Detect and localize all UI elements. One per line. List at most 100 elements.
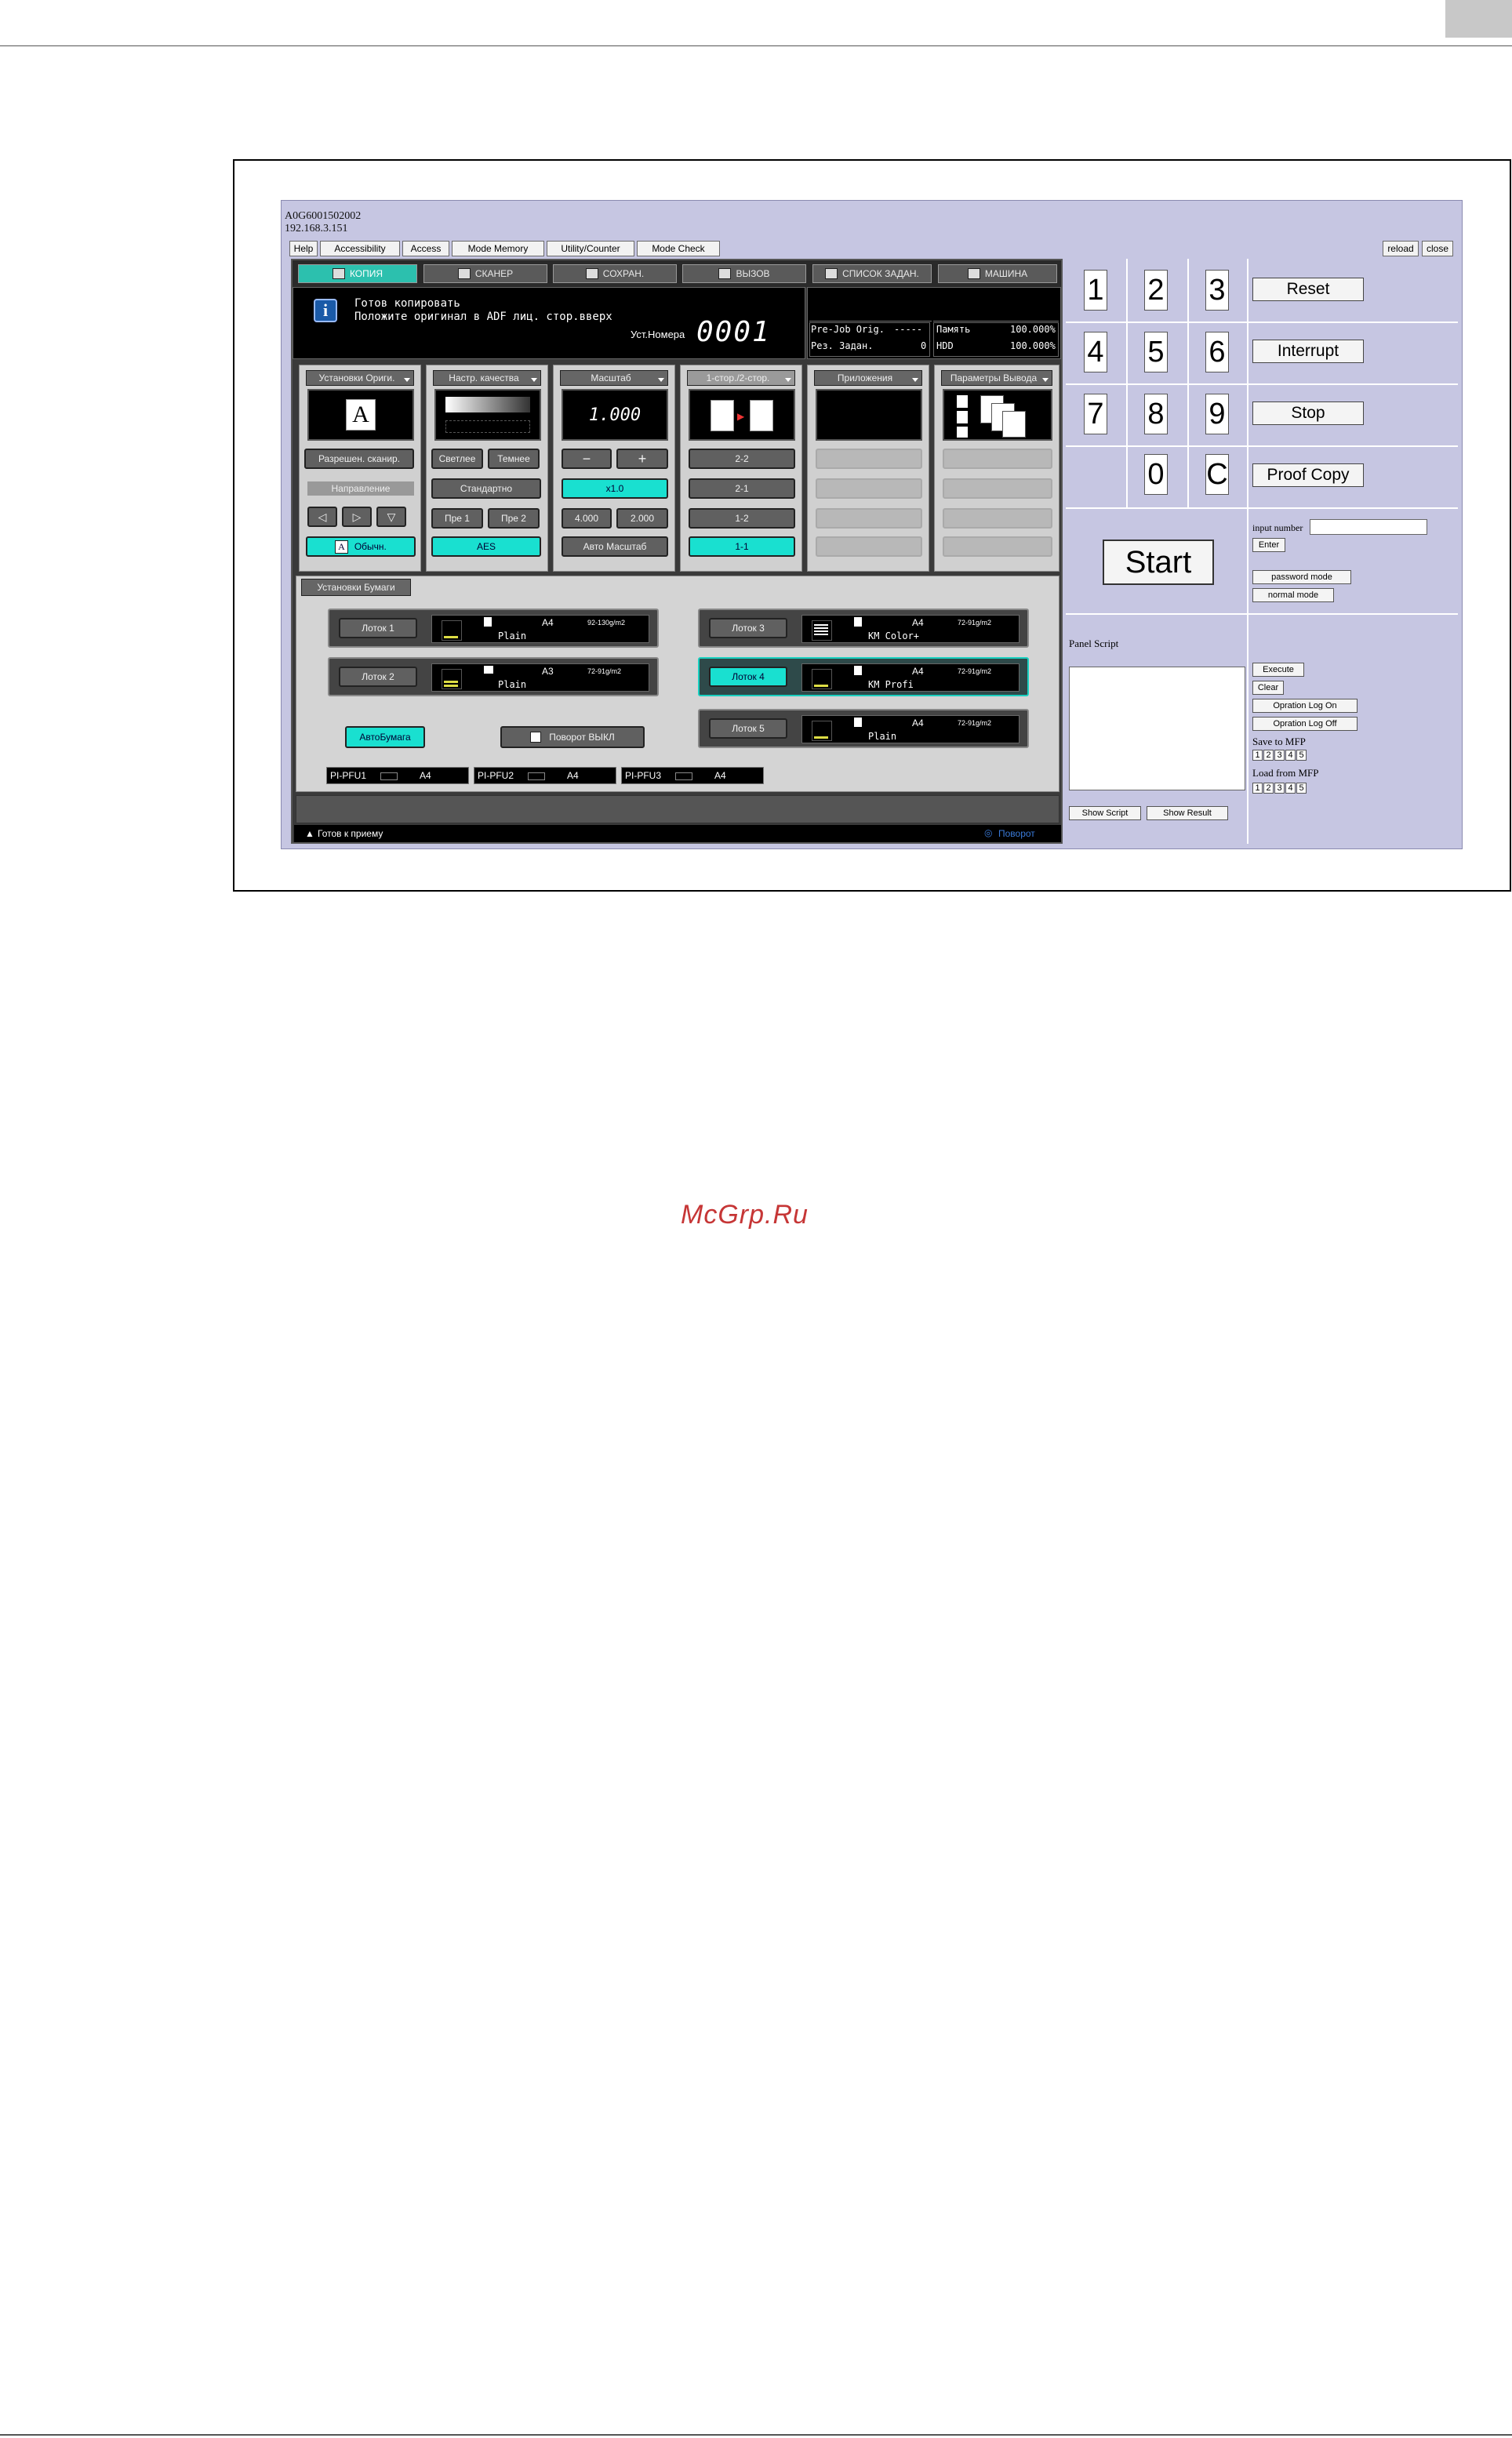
output-settings-button[interactable]: Параметры Вывода xyxy=(941,370,1052,386)
key-2[interactable]: 2 xyxy=(1144,270,1168,311)
menu-accessibility[interactable]: Accessibility xyxy=(320,241,400,256)
zoom-settings-button[interactable]: Масштаб xyxy=(560,370,668,386)
log-on-button[interactable]: Opration Log On xyxy=(1252,699,1358,713)
rotate-left-icon[interactable]: ◁ xyxy=(307,507,337,527)
auto-zoom-button[interactable]: Авто Масштаб xyxy=(562,536,668,557)
duplex-2-1-button[interactable]: 2-1 xyxy=(689,478,795,499)
duplex-2-2-button[interactable]: 2-2 xyxy=(689,449,795,469)
applications-button[interactable]: Приложения xyxy=(814,370,922,386)
auto-paper-button[interactable]: АвтоБумага xyxy=(345,726,425,748)
save-slot-5[interactable]: 5 xyxy=(1296,750,1307,761)
reset-button[interactable]: Reset xyxy=(1252,278,1364,301)
menu-access[interactable]: Access xyxy=(402,241,449,256)
save-slot-1[interactable]: 1 xyxy=(1252,750,1263,761)
tab-job-list[interactable]: СПИСОК ЗАДАН. xyxy=(812,264,932,283)
zoom-4-button[interactable]: 4.000 xyxy=(562,508,612,529)
normal-mode-button[interactable]: normal mode xyxy=(1252,588,1334,602)
input-number-field[interactable] xyxy=(1310,519,1427,535)
tab-scanner[interactable]: СКАНЕР xyxy=(423,264,547,283)
original-settings-button[interactable]: Установки Ориги. xyxy=(306,370,414,386)
duplex-1-2-button[interactable]: 1-2 xyxy=(689,508,795,529)
tab-save[interactable]: СОХРАН. xyxy=(553,264,677,283)
tab-recall[interactable]: ВЫЗОВ xyxy=(682,264,806,283)
load-slot-3[interactable]: 3 xyxy=(1274,783,1285,794)
rotate-off-button[interactable]: Поворот ВЫКЛ xyxy=(500,726,645,748)
menu-help[interactable]: Help xyxy=(289,241,318,256)
reload-button[interactable]: reload xyxy=(1383,241,1419,256)
rotate-status-icon: ◎ xyxy=(984,827,993,838)
standard-button[interactable]: Стандартно xyxy=(431,478,541,499)
duplex-settings-button[interactable]: 1-стор./2-стор. xyxy=(687,370,795,386)
load-slot-5[interactable]: 5 xyxy=(1296,783,1307,794)
preset2-button[interactable]: Пре 2 xyxy=(488,508,540,529)
aes-button[interactable]: AES xyxy=(431,536,541,557)
rotate-down-icon[interactable]: ▽ xyxy=(376,507,406,527)
duplex-1-1-button[interactable]: 1-1 xyxy=(689,536,795,557)
stop-button[interactable]: Stop xyxy=(1252,401,1364,425)
show-script-button[interactable]: Show Script xyxy=(1069,806,1141,820)
key-5[interactable]: 5 xyxy=(1144,332,1168,372)
quality-settings-button[interactable]: Настр. качества xyxy=(433,370,541,386)
key-6[interactable]: 6 xyxy=(1205,332,1229,372)
load-slot-4[interactable]: 4 xyxy=(1285,783,1296,794)
menu-utility-counter[interactable]: Utility/Counter xyxy=(547,241,634,256)
app-slot-4 xyxy=(816,536,922,557)
load-slot-1[interactable]: 1 xyxy=(1252,783,1263,794)
paper-settings-button[interactable]: Установки Бумаги xyxy=(301,579,411,596)
preset1-button[interactable]: Пре 1 xyxy=(431,508,483,529)
key-1[interactable]: 1 xyxy=(1084,270,1107,311)
tray-2[interactable]: Лоток 2 A3 72-91g/m2 Plain xyxy=(328,657,659,696)
tray-5-button[interactable]: Лоток 5 xyxy=(709,718,787,739)
memory-label: Память xyxy=(936,324,971,335)
show-result-button[interactable]: Show Result xyxy=(1147,806,1228,820)
rotate-right-icon[interactable]: ▷ xyxy=(342,507,372,527)
zoom-plus-button[interactable]: + xyxy=(616,449,668,469)
proof-copy-button[interactable]: Proof Copy xyxy=(1252,463,1364,487)
clear-button[interactable]: Clear xyxy=(1252,681,1284,695)
lighter-button[interactable]: Светлее xyxy=(431,449,483,469)
enter-button[interactable]: Enter xyxy=(1252,538,1285,552)
save-slot-2[interactable]: 2 xyxy=(1263,750,1274,761)
key-9[interactable]: 9 xyxy=(1205,394,1229,434)
key-8[interactable]: 8 xyxy=(1144,394,1168,434)
bottom-rule xyxy=(0,2434,1512,2436)
save-slot-3[interactable]: 3 xyxy=(1274,750,1285,761)
key-3[interactable]: 3 xyxy=(1205,270,1229,311)
zoom-1x-button[interactable]: x1.0 xyxy=(562,478,668,499)
scanner-icon xyxy=(457,268,471,279)
key-4[interactable]: 4 xyxy=(1084,332,1107,372)
tray-2-button[interactable]: Лоток 2 xyxy=(339,667,417,687)
start-button[interactable]: Start xyxy=(1103,540,1214,585)
key-0[interactable]: 0 xyxy=(1144,454,1168,495)
execute-button[interactable]: Execute xyxy=(1252,663,1304,677)
page-back-icon xyxy=(750,400,773,431)
zoom-minus-button[interactable]: − xyxy=(562,449,612,469)
tray-4-button[interactable]: Лоток 4 xyxy=(709,667,787,687)
key-clear[interactable]: C xyxy=(1205,454,1229,495)
scan-resolution-button[interactable]: Разрешен. сканир. xyxy=(304,449,414,469)
interrupt-button[interactable]: Interrupt xyxy=(1252,340,1364,363)
close-button[interactable]: close xyxy=(1422,241,1453,256)
shortcut-strip xyxy=(296,795,1059,823)
tab-machine[interactable]: МАШИНА xyxy=(938,264,1057,283)
normal-direction-button[interactable]: A Обычн. xyxy=(306,536,416,557)
tab-copy[interactable]: КОПИЯ xyxy=(298,264,417,283)
darker-button[interactable]: Темнее xyxy=(488,449,540,469)
zoom-2-button[interactable]: 2.000 xyxy=(616,508,668,529)
panel-script-textarea[interactable] xyxy=(1069,667,1245,790)
status-left: Готов к приему xyxy=(318,828,383,839)
key-7[interactable]: 7 xyxy=(1084,394,1107,434)
tray-5[interactable]: Лоток 5 A4 72-91g/m2 Plain xyxy=(698,709,1029,748)
tray-1-button[interactable]: Лоток 1 xyxy=(339,618,417,638)
log-off-button[interactable]: Opration Log Off xyxy=(1252,717,1358,731)
tray-3[interactable]: Лоток 3 A4 72-91g/m2 KM Color+ xyxy=(698,609,1029,648)
save-slot-4[interactable]: 4 xyxy=(1285,750,1296,761)
menu-mode-memory[interactable]: Mode Memory xyxy=(452,241,544,256)
load-slot-2[interactable]: 2 xyxy=(1263,783,1274,794)
menu-mode-check[interactable]: Mode Check xyxy=(637,241,720,256)
device-id: A0G6001502002 xyxy=(285,210,362,222)
tray-4[interactable]: Лоток 4 A4 72-91g/m2 KM Profi xyxy=(698,657,1029,696)
password-mode-button[interactable]: password mode xyxy=(1252,570,1351,584)
tray-1[interactable]: Лоток 1 A4 92-130g/m2 Plain xyxy=(328,609,659,648)
tray-3-button[interactable]: Лоток 3 xyxy=(709,618,787,638)
